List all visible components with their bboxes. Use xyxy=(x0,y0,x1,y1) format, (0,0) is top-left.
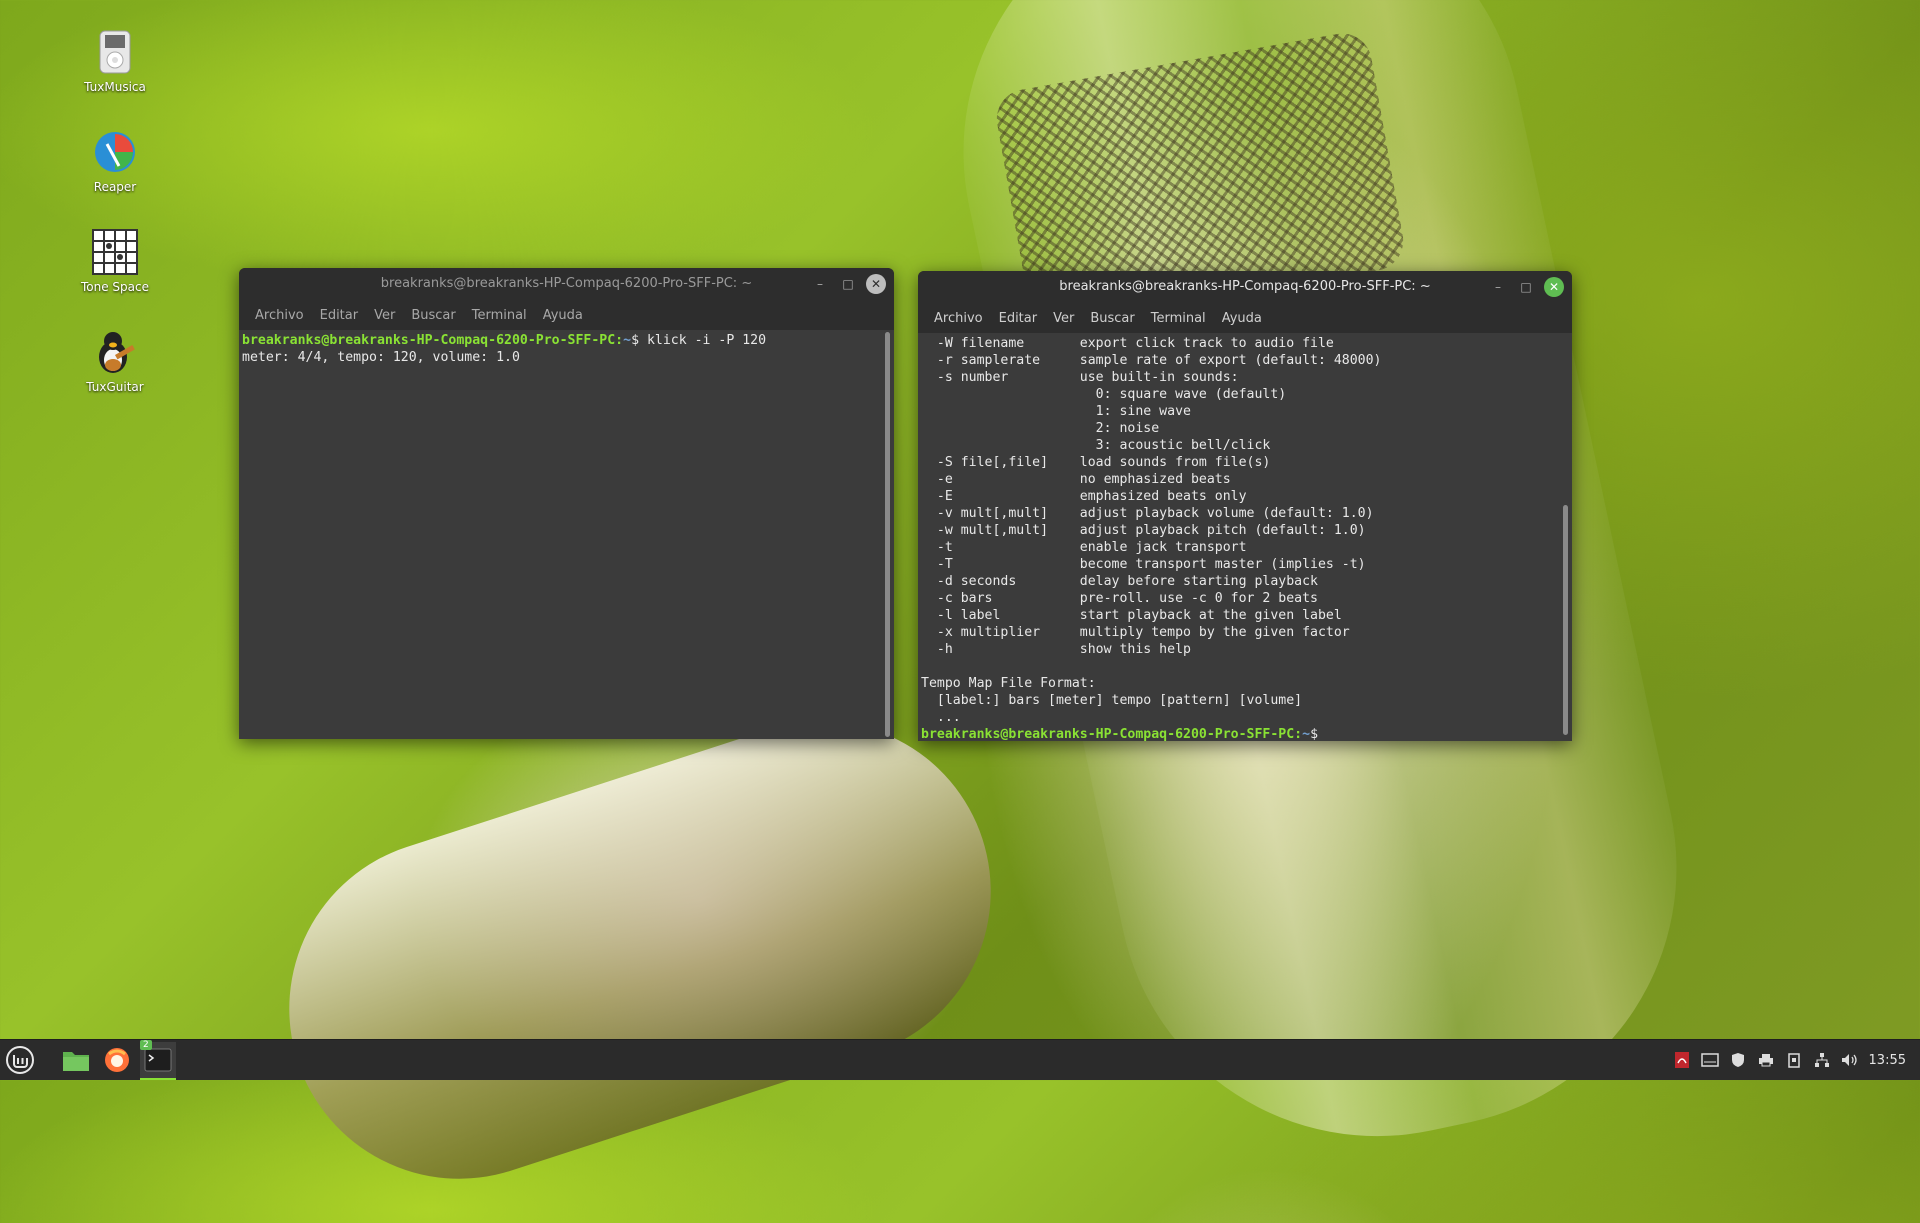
desktop-icon-label: Tone Space xyxy=(80,280,149,294)
maximize-button[interactable]: □ xyxy=(1516,277,1536,297)
mint-logo-icon[interactable] xyxy=(4,1044,36,1076)
window-count-badge: 2 xyxy=(140,1040,152,1050)
output-line: 2: noise xyxy=(921,421,1160,436)
taskbar: 2 13:55 xyxy=(0,1039,1920,1080)
output-line: -S file[,file] load sounds from file(s) xyxy=(921,455,1271,470)
desktop-icon-label: Reaper xyxy=(93,180,137,194)
output-line: -w mult[,mult] adjust playback pitch (de… xyxy=(921,523,1366,538)
output-line: -x multiplier multiply tempo by the give… xyxy=(921,625,1350,640)
output-line: [label:] bars [meter] tempo [pattern] [v… xyxy=(921,693,1303,708)
output-line: 3: acoustic bell/click xyxy=(921,438,1271,453)
prompt-separator: : xyxy=(1294,727,1303,741)
clipboard-icon[interactable] xyxy=(1785,1051,1803,1069)
scrollbar-thumb[interactable] xyxy=(885,332,890,737)
window-title: breakranks@breakranks-HP-Compaq-6200-Pro… xyxy=(380,276,753,291)
terminal-icon[interactable]: 2 xyxy=(140,1040,176,1080)
firefox-icon[interactable] xyxy=(101,1044,133,1076)
output-line: meter: 4/4, tempo: 120, volume: 1.0 xyxy=(242,350,520,365)
output-line: -r samplerate sample rate of export (def… xyxy=(921,353,1382,368)
prompt-user: breakranks@breakranks-HP-Compaq-6200-Pro… xyxy=(921,727,1295,741)
output-line: -s number use built-in sounds: xyxy=(921,370,1239,385)
output-line: ... xyxy=(921,710,961,725)
tux-guitar-icon xyxy=(91,328,139,376)
network-icon[interactable] xyxy=(1813,1051,1831,1069)
window-title: breakranks@breakranks-HP-Compaq-6200-Pro… xyxy=(1059,279,1431,294)
prompt-end: $ xyxy=(1310,727,1319,741)
desktop-icon-reaper[interactable]: Reaper xyxy=(65,128,165,194)
output-line: 0: square wave (default) xyxy=(921,387,1287,402)
wallpaper-tube-base xyxy=(245,677,1035,1223)
output-line: -c bars pre-roll. use -c 0 for 2 beats xyxy=(921,591,1318,606)
output-line: -e no emphasized beats xyxy=(921,472,1231,487)
output-line: -T become transport master (implies -t) xyxy=(921,557,1366,572)
close-button[interactable]: ✕ xyxy=(1544,277,1564,297)
menu-ver[interactable]: Ver xyxy=(1045,311,1082,326)
window-titlebar[interactable]: breakranks@breakranks-HP-Compaq-6200-Pro… xyxy=(239,268,894,300)
menu-ayuda[interactable]: Ayuda xyxy=(1214,311,1270,326)
prompt-path: ~ xyxy=(623,333,632,348)
output-line: -v mult[,mult] adjust playback volume (d… xyxy=(921,506,1374,521)
output-line: 1: sine wave xyxy=(921,404,1191,419)
output-line: Tempo Map File Format: xyxy=(921,676,1096,691)
menu-editar[interactable]: Editar xyxy=(991,311,1046,326)
folder-icon[interactable] xyxy=(60,1044,92,1076)
desktop-icon-tuxguitar[interactable]: TuxGuitar xyxy=(65,328,165,394)
prompt-end: $ xyxy=(631,333,647,348)
menubar: Archivo Editar Ver Buscar Terminal Ayuda xyxy=(918,303,1572,333)
output-line: -h show this help xyxy=(921,642,1191,657)
menu-buscar[interactable]: Buscar xyxy=(403,308,463,323)
maximize-button[interactable]: □ xyxy=(838,274,858,294)
output-line: -l label start playback at the given lab… xyxy=(921,608,1342,623)
terminal-window-left[interactable]: breakranks@breakranks-HP-Compaq-6200-Pro… xyxy=(239,268,894,739)
desktop-icon-label: TuxGuitar xyxy=(86,380,144,394)
terminal-window-right[interactable]: breakranks@breakranks-HP-Compaq-6200-Pro… xyxy=(918,271,1572,741)
close-button[interactable]: ✕ xyxy=(866,274,886,294)
command-text: klick -i -P 120 xyxy=(646,333,767,348)
scrollbar-thumb[interactable] xyxy=(1563,505,1568,735)
terminal-output[interactable]: breakranks@breakranks-HP-Compaq-6200-Pro… xyxy=(239,330,880,739)
desktop-icon-tuxmusica[interactable]: TuxMusica xyxy=(65,28,165,94)
shield-icon[interactable] xyxy=(1729,1051,1747,1069)
minimize-button[interactable]: – xyxy=(1488,277,1508,297)
reaper-icon xyxy=(91,128,139,176)
scrollbar[interactable] xyxy=(1562,335,1570,739)
output-line: -d seconds delay before starting playbac… xyxy=(921,574,1318,589)
volume-icon[interactable] xyxy=(1841,1051,1859,1069)
ipod-icon xyxy=(91,28,139,76)
grid-icon xyxy=(91,228,139,276)
menu-archivo[interactable]: Archivo xyxy=(247,308,312,323)
prompt-path: ~ xyxy=(1302,727,1311,741)
menubar: Archivo Editar Ver Buscar Terminal Ayuda xyxy=(239,300,894,330)
minimize-button[interactable]: – xyxy=(810,274,830,294)
desktop-icon-label: TuxMusica xyxy=(84,80,146,94)
output-line: -W filename export click track to audio … xyxy=(921,336,1334,351)
menu-archivo[interactable]: Archivo xyxy=(926,311,991,326)
menu-terminal[interactable]: Terminal xyxy=(464,308,535,323)
terminal-output[interactable]: -W filename export click track to audio … xyxy=(918,333,1558,741)
menu-ver[interactable]: Ver xyxy=(366,308,403,323)
system-tray: 13:55 xyxy=(1673,1040,1920,1080)
desktop-icon-tone-space[interactable]: Tone Space xyxy=(65,228,165,294)
scrollbar[interactable] xyxy=(884,332,892,737)
prompt-separator: : xyxy=(615,333,624,348)
menu-ayuda[interactable]: Ayuda xyxy=(535,308,591,323)
output-line: -t enable jack transport xyxy=(921,540,1247,555)
menu-buscar[interactable]: Buscar xyxy=(1082,311,1142,326)
output-line: -E emphasized beats only xyxy=(921,489,1247,504)
window-titlebar[interactable]: breakranks@breakranks-HP-Compaq-6200-Pro… xyxy=(918,271,1572,303)
menu-terminal[interactable]: Terminal xyxy=(1143,311,1214,326)
printer-icon[interactable] xyxy=(1757,1051,1775,1069)
clock[interactable]: 13:55 xyxy=(1869,1053,1912,1068)
pdf-icon[interactable] xyxy=(1673,1051,1691,1069)
disk-icon[interactable] xyxy=(1700,1051,1719,1069)
prompt-user: breakranks@breakranks-HP-Compaq-6200-Pro… xyxy=(242,333,616,348)
menu-editar[interactable]: Editar xyxy=(312,308,367,323)
